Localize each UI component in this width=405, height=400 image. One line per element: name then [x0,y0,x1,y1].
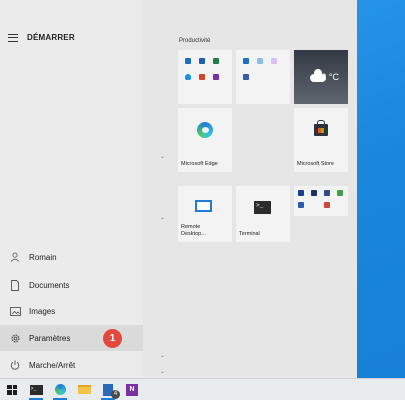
user-icon [9,251,21,263]
remote-desktop-tile[interactable]: Remote Desktop... [178,186,232,242]
app-icon [298,190,304,196]
rail-item-label: Documents [29,280,70,290]
photos-icon [271,58,277,64]
small-apps-folder-tile[interactable] [294,186,348,216]
terminal-icon: >_ [29,384,43,395]
onedrive-icon [185,74,191,80]
tile-label: Remote Desktop... [181,224,206,237]
rail-item-documents[interactable]: Documents [0,272,143,298]
notification-count: 4 [111,389,120,399]
start-menu-title: DÉMARRER [27,33,75,42]
rail-item-label: Romain [29,252,57,262]
rail-item-power[interactable]: Marche/Arrêt [0,352,143,378]
onenote-icon: N [126,383,138,396]
word-icon [199,58,205,64]
edge-icon [54,384,66,395]
collapse-chevron-icon[interactable]: ⌄ [160,153,165,160]
rail-item-settings[interactable]: Paramètres 1 [0,325,143,351]
terminal-icon: >_ [254,201,271,214]
excel-icon [213,58,219,64]
app-icon [337,190,343,196]
start-menu: DÉMARRER Romain Documents Images Paramèt [0,0,357,378]
folder-icon [77,385,91,394]
rail-item-label: Images [29,306,56,316]
rail-item-images[interactable]: Images [0,298,143,324]
office-apps-folder-tile[interactable] [178,50,232,104]
image-icon [9,305,21,317]
mail-apps-folder-tile[interactable] [236,50,290,104]
store-icon [314,120,328,136]
teams-icon [243,74,249,80]
rail-item-user[interactable]: Romain [0,244,143,270]
taskbar: >_ 4 N [0,378,405,400]
hamburger-menu-icon[interactable] [8,33,18,42]
calendar-icon [257,58,263,64]
outlook-icon [185,58,191,64]
taskbar-file-explorer[interactable] [72,379,96,400]
start-button[interactable] [0,379,24,400]
app-icon [324,190,330,196]
terminal-tile[interactable]: >_ Terminal [236,186,290,242]
tile-panel: Productivité ⌄ ⌄ ⌄ ⌄ 3 °C Microsoft Edge [143,0,357,378]
rail-item-label: Paramètres [29,333,71,343]
power-icon [9,359,21,371]
collapse-chevron-icon[interactable]: ⌄ [160,214,165,221]
edge-icon [197,122,213,138]
notes-icon: 4 [103,383,120,399]
start-menu-header[interactable]: DÉMARRER [8,33,75,42]
collapse-chevron-icon[interactable]: ⌄ [160,368,165,375]
collapse-chevron-icon[interactable]: ⌄ [160,352,165,359]
taskbar-onenote[interactable]: N [120,379,144,400]
tile-label: Microsoft Edge [181,161,218,167]
remote-desktop-icon [195,200,212,212]
rail-item-label: Marche/Arrêt [29,360,76,370]
start-menu-rail: DÉMARRER Romain Documents Images Paramèt [0,0,143,378]
weather-tile[interactable]: 3 °C [294,50,348,104]
app-icon [298,202,304,208]
taskbar-terminal[interactable]: >_ [24,379,48,400]
tile-label: Terminal [239,231,260,237]
step-badge: 1 [103,329,122,348]
edge-tile[interactable]: Microsoft Edge [178,108,232,172]
tile-label: Microsoft Store [297,161,334,167]
app-icon [311,190,317,196]
document-icon [9,279,21,291]
mail-icon [243,58,249,64]
taskbar-notes[interactable]: 4 [96,379,120,400]
windows-logo-icon [7,384,17,395]
weather-temperature: 3 °C [321,72,339,82]
group-title: Productivité [179,38,211,44]
store-tile[interactable]: Microsoft Store [294,108,348,172]
gear-icon [9,332,21,344]
taskbar-edge[interactable] [48,379,72,400]
app-icon [324,202,330,208]
onenote-icon [213,74,219,80]
powerpoint-icon [199,74,205,80]
